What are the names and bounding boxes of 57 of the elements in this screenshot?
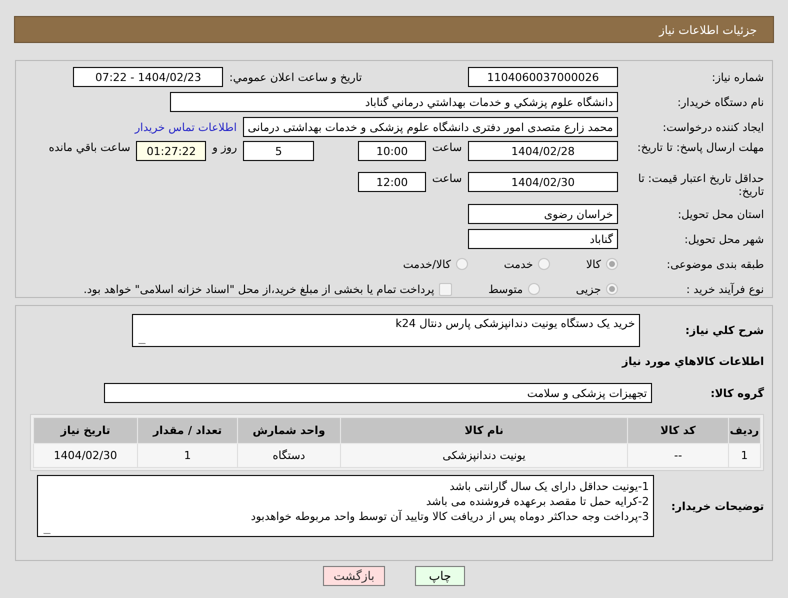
days-field: 5 <box>243 141 314 161</box>
category-radio[interactable]: کالا <box>586 258 618 270</box>
goods-group-field: تجهیزات پزشکی و سلامت <box>104 383 652 403</box>
field-label: حداقل تاریخ اعتبار قیمت: تا تاریخ: <box>637 172 764 198</box>
field-label: ساعت <box>432 141 462 154</box>
note-line: 1-یونیت حداقل دارای یک سال گارانتی باشد <box>448 479 649 494</box>
table-cell: 1 <box>728 444 760 468</box>
field-label: مهلت ارسال پاسخ: تا تاریخ: <box>636 141 764 154</box>
field-label: شهر محل تحویل: <box>683 232 764 246</box>
column-header: ردیف <box>728 418 760 444</box>
buyer-contact-link[interactable]: اطلاعات تماس خریدار <box>134 120 237 134</box>
remaining-time-field: 01:27:22 <box>136 141 206 161</box>
deadline-time-field: 10:00 <box>358 141 426 161</box>
field-label: نوع فرآیند خرید : <box>685 282 764 296</box>
need-number-field: 1104060037000026 <box>468 67 618 87</box>
column-header: کد کالا <box>628 418 728 444</box>
table-cell: -- <box>628 444 728 468</box>
validity-date-field: 1404/02/30 <box>468 172 618 192</box>
category-radio[interactable]: کالا/خدمت <box>403 258 468 270</box>
note-line: 2-کرایه حمل تا مقصد برعهده فروشنده می باشد <box>425 494 649 509</box>
field-label: توضیحات خریدار: <box>670 500 764 512</box>
column-header: تعداد / مقدار <box>137 418 238 444</box>
field-label: شرح کلي نياز: <box>684 324 764 337</box>
field-label: روز و <box>212 141 238 154</box>
creator-field: محمد زارع متصدی امور دفتری دانشگاه علوم پزشکی و خدمات بهداشتی درمانی <box>242 117 618 137</box>
field-label: شماره نیاز: <box>710 70 764 84</box>
column-header: واحد شمارش <box>238 418 340 444</box>
section-title: اطلاعات کالاهاي مورد نياز <box>622 354 764 368</box>
column-header: تاریخ نیاز <box>34 418 138 444</box>
field-label: تاریخ و ساعت اعلان عمومي: <box>229 70 362 84</box>
page-title: جزئیات اطلاعات نیاز <box>659 22 757 36</box>
category-radio[interactable]: خدمت <box>504 258 550 270</box>
description-field: خرید یک دستگاه یونیت دندانپزشکی پارس دنتال k24 <box>132 314 640 347</box>
field-label: گروه کالا: <box>709 386 764 400</box>
table-cell: یونیت دندانپزشکی <box>340 444 628 468</box>
field-label: نام دستگاه خریدار: <box>676 96 764 108</box>
announce-date-field: 1404/02/23 - 07:22 <box>73 67 224 87</box>
field-label: ساعت <box>432 172 462 185</box>
process-radio[interactable]: جزیی <box>576 282 618 296</box>
buyer-org-field: دانشگاه علوم پزشكي و خدمات بهداشتي درماني گناباد <box>170 92 618 112</box>
field-label: ساعت باقي مانده <box>48 141 130 154</box>
city-field: گناباد <box>468 229 618 249</box>
table-cell: 1 <box>137 444 238 468</box>
field-label: استان محل تحویل: <box>676 208 764 220</box>
table-cell: 1404/02/30 <box>34 444 138 468</box>
table-cell: دستگاه <box>238 444 340 468</box>
note-line: 3-پرداخت وجه حداکثر دوماه پس از دریافت کالا وتایید آن توسط واحد مربوطه خواهدبود <box>250 509 649 524</box>
treasury-checkbox[interactable]: پرداخت تمام یا بخشی از مبلغ خرید،از محل "اسناد خزانه اسلامی" خواهد بود. <box>84 282 452 296</box>
column-header: نام کالا <box>340 418 628 444</box>
province-field: خراسان رضوی <box>468 204 618 224</box>
field-label: ایجاد کننده درخواست: <box>662 120 764 134</box>
back-button[interactable]: بازگشت <box>323 566 385 586</box>
print-button[interactable]: چاپ <box>415 566 465 586</box>
deadline-date-field: 1404/02/28 <box>468 141 618 161</box>
field-label: طبقه بندی موضوعی: <box>666 258 764 270</box>
validity-time-field: 12:00 <box>358 172 426 192</box>
process-radio[interactable]: متوسط <box>488 282 540 296</box>
